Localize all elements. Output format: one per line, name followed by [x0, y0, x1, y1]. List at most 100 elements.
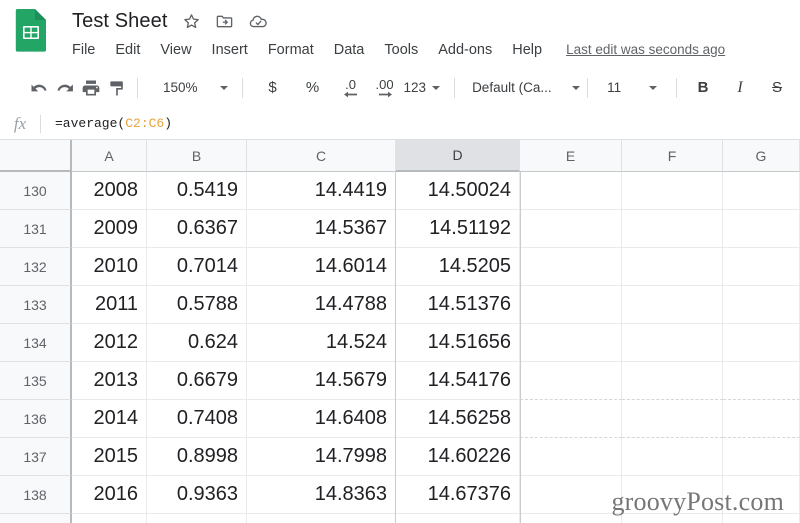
undo-icon[interactable] [26, 75, 52, 101]
row-header-139[interactable]: 139 [0, 514, 72, 523]
cell-b132[interactable]: 0.7014 [147, 248, 247, 286]
row-header-138[interactable]: 138 [0, 476, 72, 514]
spreadsheet-grid[interactable]: A B C D E F G 130 2008 0.5419 14.4419 14… [0, 140, 800, 523]
cell-b133[interactable]: 0.5788 [147, 286, 247, 324]
cell-a130[interactable]: 2008 [72, 172, 147, 210]
decrease-decimal-button[interactable]: .0 [338, 75, 364, 101]
cell-f131[interactable] [622, 210, 723, 248]
cell-b138[interactable]: 0.9363 [147, 476, 247, 514]
cell-d133[interactable]: 14.51376 [396, 286, 520, 324]
cell-g134[interactable] [723, 324, 800, 362]
cell-g139[interactable] [723, 514, 800, 523]
row-header-131[interactable]: 131 [0, 210, 72, 248]
cell-e138[interactable] [520, 476, 622, 514]
last-edit-status[interactable]: Last edit was seconds ago [566, 38, 725, 62]
cell-f135[interactable] [622, 362, 723, 400]
cell-g130[interactable] [723, 172, 800, 210]
cell-c137[interactable]: 14.7998 [247, 438, 396, 476]
cell-d137[interactable]: 14.60226 [396, 438, 520, 476]
cell-a138[interactable]: 2016 [72, 476, 147, 514]
cell-a135[interactable]: 2013 [72, 362, 147, 400]
column-header-a[interactable]: A [72, 140, 147, 172]
cell-e139[interactable] [520, 514, 622, 523]
cell-c134[interactable]: 14.524 [247, 324, 396, 362]
cell-g138[interactable] [723, 476, 800, 514]
row-header-136[interactable]: 136 [0, 400, 72, 438]
menu-data[interactable]: Data [324, 38, 375, 62]
cell-a137[interactable]: 2015 [72, 438, 147, 476]
cell-d132[interactable]: 14.5205 [396, 248, 520, 286]
move-to-folder-icon[interactable] [215, 12, 234, 31]
menu-help[interactable]: Help [502, 38, 552, 62]
cell-a133[interactable]: 2011 [72, 286, 147, 324]
paint-format-icon[interactable] [104, 75, 130, 101]
cell-f136[interactable] [622, 400, 723, 438]
cell-f130[interactable] [622, 172, 723, 210]
cell-e131[interactable] [520, 210, 622, 248]
cell-e134[interactable] [520, 324, 622, 362]
menu-tools[interactable]: Tools [374, 38, 428, 62]
page-title[interactable]: Test Sheet [72, 10, 168, 33]
cell-b139[interactable] [147, 514, 247, 523]
cell-a134[interactable]: 2012 [72, 324, 147, 362]
menu-add-ons[interactable]: Add-ons [428, 38, 502, 62]
cell-c135[interactable]: 14.5679 [247, 362, 396, 400]
row-header-137[interactable]: 137 [0, 438, 72, 476]
bold-button[interactable]: B [690, 75, 716, 101]
cell-a136[interactable]: 2014 [72, 400, 147, 438]
cell-g135[interactable] [723, 362, 800, 400]
cell-d138[interactable]: 14.67376 [396, 476, 520, 514]
cell-a131[interactable]: 2009 [72, 210, 147, 248]
cell-c138[interactable]: 14.8363 [247, 476, 396, 514]
menu-insert[interactable]: Insert [202, 38, 258, 62]
font-family-dropdown[interactable]: Default (Ca... [472, 75, 581, 101]
menu-file[interactable]: File [72, 38, 105, 62]
cell-c136[interactable]: 14.6408 [247, 400, 396, 438]
cloud-saved-icon[interactable] [248, 12, 267, 31]
cell-e135[interactable] [520, 362, 622, 400]
select-all-corner[interactable] [0, 140, 72, 172]
italic-button[interactable]: I [727, 75, 753, 101]
cell-c131[interactable]: 14.5367 [247, 210, 396, 248]
column-header-b[interactable]: B [147, 140, 247, 172]
cell-g132[interactable] [723, 248, 800, 286]
cell-f138[interactable] [622, 476, 723, 514]
row-header-133[interactable]: 133 [0, 286, 72, 324]
cell-c139[interactable] [247, 514, 396, 523]
row-header-130[interactable]: 130 [0, 172, 72, 210]
cell-e130[interactable] [520, 172, 622, 210]
percent-format-button[interactable]: % [300, 75, 326, 101]
print-icon[interactable] [78, 75, 104, 101]
cell-g133[interactable] [723, 286, 800, 324]
cell-b130[interactable]: 0.5419 [147, 172, 247, 210]
cell-b134[interactable]: 0.624 [147, 324, 247, 362]
cell-f134[interactable] [622, 324, 723, 362]
cell-g137[interactable] [723, 438, 800, 476]
increase-decimal-button[interactable]: .00 [372, 75, 398, 101]
cell-d134[interactable]: 14.51656 [396, 324, 520, 362]
cell-c130[interactable]: 14.4419 [247, 172, 396, 210]
zoom-dropdown[interactable]: 150% [163, 75, 228, 101]
redo-icon[interactable] [52, 75, 78, 101]
row-header-135[interactable]: 135 [0, 362, 72, 400]
star-icon[interactable] [182, 12, 201, 31]
number-format-dropdown[interactable]: 123 [404, 75, 441, 101]
column-header-g[interactable]: G [723, 140, 800, 172]
cell-e136[interactable] [520, 400, 622, 438]
formula-input[interactable]: =average(C2:C6) [41, 116, 800, 131]
currency-format-button[interactable]: $ [260, 75, 286, 101]
cell-f137[interactable] [622, 438, 723, 476]
cell-f133[interactable] [622, 286, 723, 324]
column-header-c[interactable]: C [247, 140, 396, 172]
cell-a139[interactable] [72, 514, 147, 523]
column-header-d[interactable]: D [396, 140, 520, 172]
cell-g131[interactable] [723, 210, 800, 248]
cell-d135[interactable]: 14.54176 [396, 362, 520, 400]
cell-b137[interactable]: 0.8998 [147, 438, 247, 476]
cell-g136[interactable] [723, 400, 800, 438]
cell-b135[interactable]: 0.6679 [147, 362, 247, 400]
column-header-e[interactable]: E [520, 140, 622, 172]
cell-b136[interactable]: 0.7408 [147, 400, 247, 438]
cell-f132[interactable] [622, 248, 723, 286]
cell-a132[interactable]: 2010 [72, 248, 147, 286]
